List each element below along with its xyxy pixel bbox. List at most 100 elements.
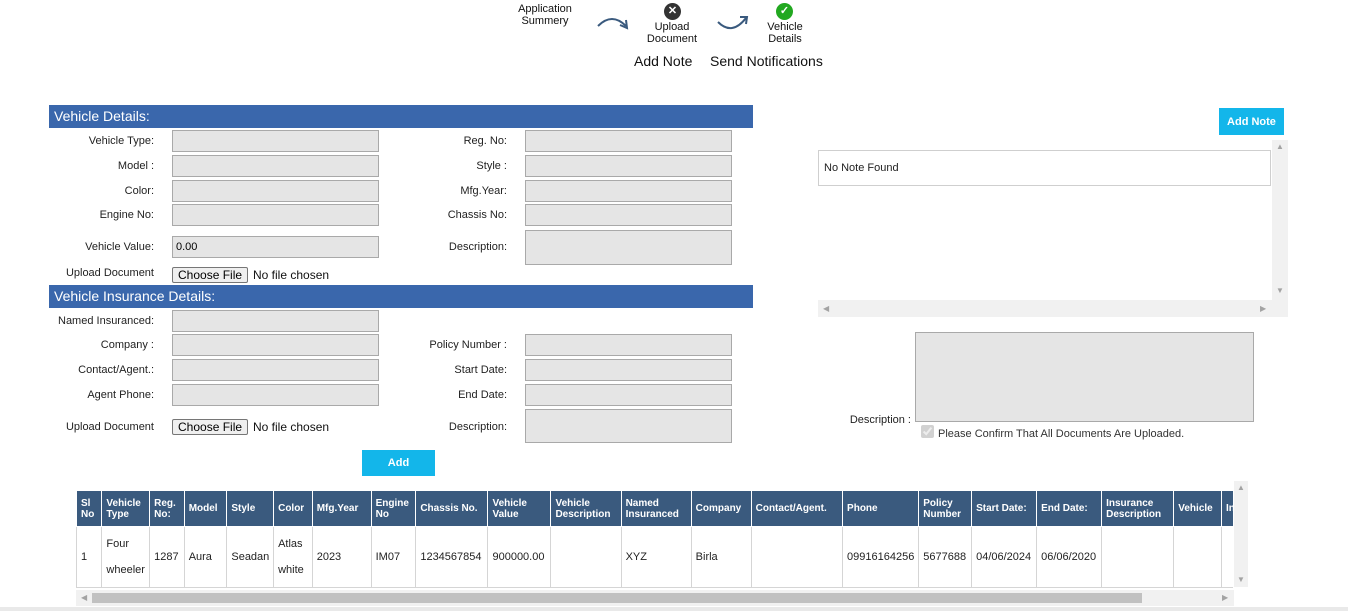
table-cell [750,526,844,588]
table-cell: 1 [76,526,103,588]
agent-phone-label: Agent Phone: [87,389,154,401]
mfg-year-label: Mfg.Year: [460,185,507,197]
vehicle-value-input[interactable] [172,236,379,258]
vehicle-no-file-text: No file chosen [253,268,330,282]
table-cell: Seadan [226,526,275,588]
model-label: Model : [117,160,154,172]
contact-agent-label: Contact/Agent.: [78,364,154,376]
insurance-details-header: Vehicle Insurance Details: [49,285,753,308]
column-header: Color [273,491,313,527]
note-description-label: Description : [849,414,911,426]
table-horizontal-scrollbar[interactable]: ◀ ▶ [76,590,1234,606]
notes-vertical-scrollbar[interactable]: ▲ ▼ [1272,140,1288,300]
vehicle-choose-file-button[interactable]: Choose File [172,267,249,283]
table-vertical-scrollbar[interactable]: ▲ ▼ [1234,481,1248,587]
table-cell: Atlas white [273,526,313,588]
table-cell [1173,526,1222,588]
end-date-label: End Date: [458,389,507,401]
add-button[interactable]: Add [362,450,435,476]
scroll-down-icon[interactable]: ▼ [1237,576,1245,584]
named-insured-input[interactable] [172,310,379,332]
policy-number-label: Policy Number : [429,339,507,351]
chassis-no-label: Chassis No: [447,209,507,221]
column-header: Vehicle Type [101,491,151,527]
vehicle-type-label: Vehicle Type: [88,135,154,147]
scroll-down-icon[interactable]: ▼ [1276,287,1284,295]
column-header: Company [690,491,752,527]
company-label: Company : [100,339,154,351]
check-icon: ✓ [776,3,793,20]
column-header: Engine No [370,491,417,527]
insurance-description-textarea[interactable] [525,409,732,443]
note-description-textarea[interactable] [915,332,1254,422]
insurance-no-file-text: No file chosen [253,420,330,434]
vehicle-description-label: Description: [448,241,507,253]
table-cell: XYZ [620,526,692,588]
column-header: Insu [1221,491,1233,527]
column-header: Chassis No. [415,491,489,527]
note-empty-message: No Note Found [818,150,1271,186]
insurance-choose-file-button[interactable]: Choose File [172,419,249,435]
style-input[interactable] [525,155,732,177]
table-cell: 1234567854 [415,526,489,588]
step-vehicle-details[interactable]: Vehicle Details [757,21,813,45]
table-cell [550,526,622,588]
column-header: Reg. No: [149,491,185,527]
scroll-up-icon[interactable]: ▲ [1276,143,1284,151]
start-date-input[interactable] [525,359,732,381]
mfg-year-input[interactable] [525,180,732,202]
scroll-up-icon[interactable]: ▲ [1237,484,1245,492]
table-cell: V [1221,526,1233,588]
start-date-label: Start Date: [454,364,507,376]
color-input[interactable] [172,180,379,202]
scroll-right-icon[interactable]: ▶ [1222,594,1228,602]
vehicle-value-label: Vehicle Value: [85,241,154,253]
scroll-right-icon[interactable]: ▶ [1260,305,1266,313]
engine-no-input[interactable] [172,204,379,226]
column-header: Model [183,491,228,527]
add-note-link[interactable]: Add Note [634,53,692,69]
confirm-documents-label: Please Confirm That All Documents Are Up… [938,428,1185,440]
column-header: Policy Number [918,491,973,527]
table-cell [1101,526,1175,588]
column-header: Insurance Description [1101,491,1175,527]
arrow-right-icon [597,18,629,30]
style-label: Style : [476,160,507,172]
end-date-input[interactable] [525,384,732,406]
send-notifications-link[interactable]: Send Notifications [710,53,823,69]
table-cell: Birla [690,526,752,588]
scroll-left-icon[interactable]: ◀ [823,305,829,313]
model-input[interactable] [172,155,379,177]
reg-no-input[interactable] [525,130,732,152]
table-row[interactable]: 1 Four wheeler 1287 Aura Seadan Atlas white 20… [76,526,1233,588]
table-cell: 09916164256 [842,526,920,588]
add-note-button[interactable]: Add Note [1219,108,1284,135]
scrollbar-thumb[interactable] [92,593,1142,603]
insurance-description-label: Description: [448,421,507,433]
scroll-left-icon[interactable]: ◀ [81,594,87,602]
vehicle-upload-label: Upload Document [65,267,154,279]
confirm-documents-checkbox[interactable] [921,425,934,438]
table-cell: 04/06/2024 [971,526,1038,588]
table-header-row: Sl No Vehicle Type Reg. No: Model Style Color… [76,491,1233,527]
policy-number-input[interactable] [525,334,732,356]
insurance-upload-label: Upload Document [65,421,154,433]
contact-agent-input[interactable] [172,359,379,381]
column-header: Sl No [76,491,103,527]
column-header: Contact/Agent. [750,491,844,527]
step-application-summary[interactable]: Application Summery [510,3,580,27]
named-insured-label: Named Insuranced: [58,315,154,327]
notes-horizontal-scrollbar[interactable]: ◀ ▶ [818,300,1288,317]
table-cell: Four wheeler [101,526,151,588]
company-input[interactable] [172,334,379,356]
column-header: Vehicle [1173,491,1222,527]
vehicle-description-textarea[interactable] [525,230,732,265]
agent-phone-input[interactable] [172,384,379,406]
vehicle-type-input[interactable] [172,130,379,152]
table-cell: 5677688 [918,526,973,588]
close-icon: ✕ [664,3,681,20]
column-header: Vehicle Description [550,491,622,527]
step-upload-document[interactable]: Upload Document [640,21,704,45]
table-cell: 900000.00 [487,526,552,588]
chassis-no-input[interactable] [525,204,732,226]
